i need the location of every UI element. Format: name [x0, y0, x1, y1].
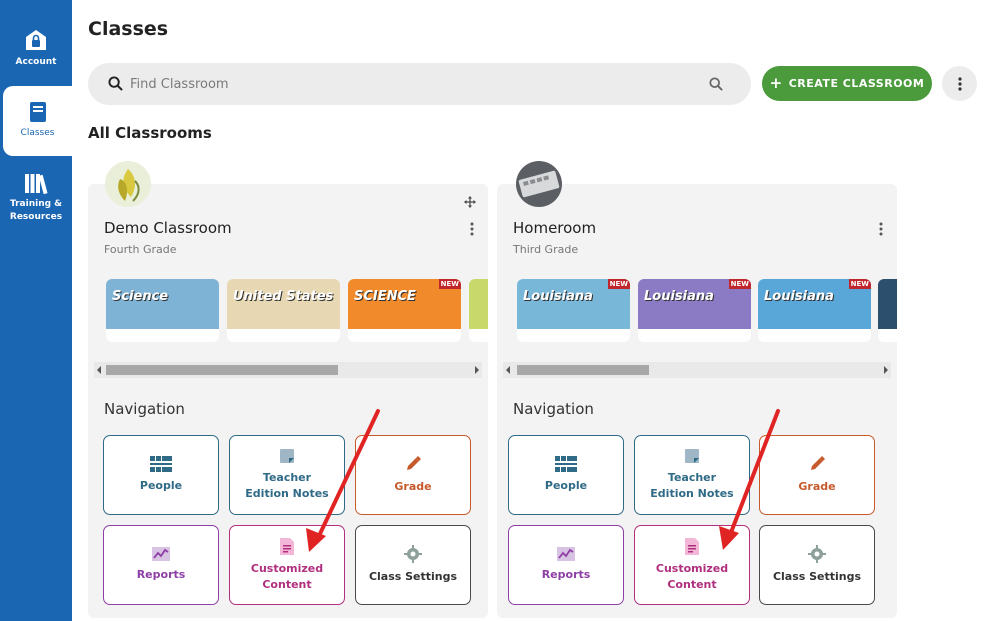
classroom-avatar	[105, 161, 151, 207]
create-classroom-button[interactable]: + CREATE CLASSROOM	[762, 66, 932, 101]
scroll-right-icon[interactable]	[475, 366, 479, 374]
tile-label: People	[544, 479, 588, 492]
classroom-card: Demo Classroom Fourth Grade Science Unit…	[88, 161, 488, 618]
book-cover[interactable]: Louisiana NEW	[517, 279, 630, 342]
tile-label: Grade	[394, 480, 432, 493]
vertical-dots-icon	[957, 76, 962, 91]
book-cover[interactable]: SCIENCE NEW	[348, 279, 461, 342]
notes-icon	[685, 449, 699, 463]
search-icon	[108, 76, 123, 91]
tile-label: Class Settings	[772, 570, 862, 583]
search-bar	[88, 63, 751, 105]
search-input[interactable]	[130, 73, 690, 95]
create-classroom-label: CREATE CLASSROOM	[788, 77, 925, 90]
tile-reports[interactable]: Reports	[508, 525, 624, 605]
tile-label: Customized Content	[655, 561, 729, 591]
tile-label: Reports	[136, 568, 186, 581]
tile-label: Class Settings	[368, 570, 458, 583]
tile-label: Customized Content	[250, 561, 324, 591]
tile-grade[interactable]: Grade	[759, 435, 875, 515]
carousel-scrollbar[interactable]	[503, 362, 891, 378]
tile-label: Reports	[541, 568, 591, 581]
book-carousel: Louisiana NEW Louisiana NEW Louisiana NE…	[517, 279, 897, 343]
sidebar-item-training-resources[interactable]: Training & Resources	[0, 172, 72, 224]
book-cover[interactable]	[469, 279, 488, 342]
page-title: Classes	[88, 18, 169, 40]
tile-customized-content[interactable]: Customized Content	[229, 525, 345, 605]
sidebar-item-account[interactable]: Account	[0, 28, 72, 69]
tile-class-settings[interactable]: Class Settings	[355, 525, 471, 605]
document-icon	[685, 537, 699, 555]
navigation-title: Navigation	[104, 400, 185, 418]
book-cover[interactable]: United States	[227, 279, 340, 342]
chart-icon	[152, 547, 170, 561]
pencil-icon	[811, 456, 825, 470]
book-cover[interactable]	[878, 279, 897, 342]
library-books-icon	[25, 174, 48, 194]
app: Account Classes Training & Resources Cla…	[0, 0, 991, 621]
navigation-title: Navigation	[513, 400, 594, 418]
tile-label: Teacher Edition Notes	[650, 471, 734, 500]
tile-class-settings[interactable]: Class Settings	[759, 525, 875, 605]
book-cover[interactable]: Louisiana NEW	[758, 279, 871, 342]
sidebar: Account Classes Training & Resources	[0, 0, 72, 621]
classroom-menu-icon[interactable]	[470, 222, 474, 236]
tile-label: People	[139, 479, 183, 492]
book-cover[interactable]: Louisiana NEW	[638, 279, 751, 342]
sidebar-item-label: Classes	[20, 128, 55, 138]
people-icon	[150, 456, 172, 472]
tile-people[interactable]: People	[103, 435, 219, 515]
gear-icon	[808, 545, 826, 563]
scrollbar-thumb[interactable]	[106, 365, 338, 375]
book-cover[interactable]: Science	[106, 279, 219, 342]
carousel-scrollbar[interactable]	[94, 362, 482, 378]
tile-reports[interactable]: Reports	[103, 525, 219, 605]
section-title: All Classrooms	[88, 124, 212, 142]
chart-icon	[557, 547, 575, 561]
classroom-grade: Fourth Grade	[104, 243, 177, 256]
book-icon	[29, 102, 46, 122]
book-carousel: Science United States SCIENCE NEW	[106, 279, 488, 343]
tile-teacher-edition-notes[interactable]: Teacher Edition Notes	[229, 435, 345, 515]
tile-label: Teacher Edition Notes	[245, 471, 329, 500]
sidebar-item-classes[interactable]: Classes	[3, 86, 72, 156]
classroom-name[interactable]: Homeroom	[513, 219, 596, 237]
plus-icon: +	[769, 74, 783, 92]
tile-people[interactable]: People	[508, 435, 624, 515]
sidebar-item-label: Training & Resources	[9, 199, 63, 222]
pencil-icon	[407, 456, 421, 470]
more-options-button[interactable]	[942, 66, 977, 101]
scrollbar-thumb[interactable]	[517, 365, 649, 375]
tile-label: Grade	[798, 480, 836, 493]
tile-grade[interactable]: Grade	[355, 435, 471, 515]
notes-icon	[280, 449, 294, 463]
classroom-avatar	[516, 161, 562, 207]
scroll-left-icon[interactable]	[506, 366, 510, 374]
house-lock-icon	[26, 30, 46, 50]
people-icon	[555, 456, 577, 472]
new-badge: NEW	[438, 279, 461, 289]
new-badge: NEW	[848, 279, 871, 289]
new-badge: NEW	[607, 279, 630, 289]
search-submit-icon[interactable]	[709, 77, 723, 91]
document-icon	[280, 537, 294, 555]
drag-handle-icon[interactable]	[464, 196, 476, 208]
sidebar-item-label: Account	[15, 57, 57, 67]
tile-teacher-edition-notes[interactable]: Teacher Edition Notes	[634, 435, 750, 515]
classroom-card: Homeroom Third Grade Louisiana NEW Louis…	[497, 161, 897, 618]
classroom-grade: Third Grade	[513, 243, 579, 256]
scroll-right-icon[interactable]	[884, 366, 888, 374]
new-badge: NEW	[728, 279, 751, 289]
gear-icon	[404, 545, 422, 563]
tile-customized-content[interactable]: Customized Content	[634, 525, 750, 605]
classroom-menu-icon[interactable]	[879, 222, 883, 236]
classroom-name[interactable]: Demo Classroom	[104, 219, 232, 237]
scroll-left-icon[interactable]	[97, 366, 101, 374]
